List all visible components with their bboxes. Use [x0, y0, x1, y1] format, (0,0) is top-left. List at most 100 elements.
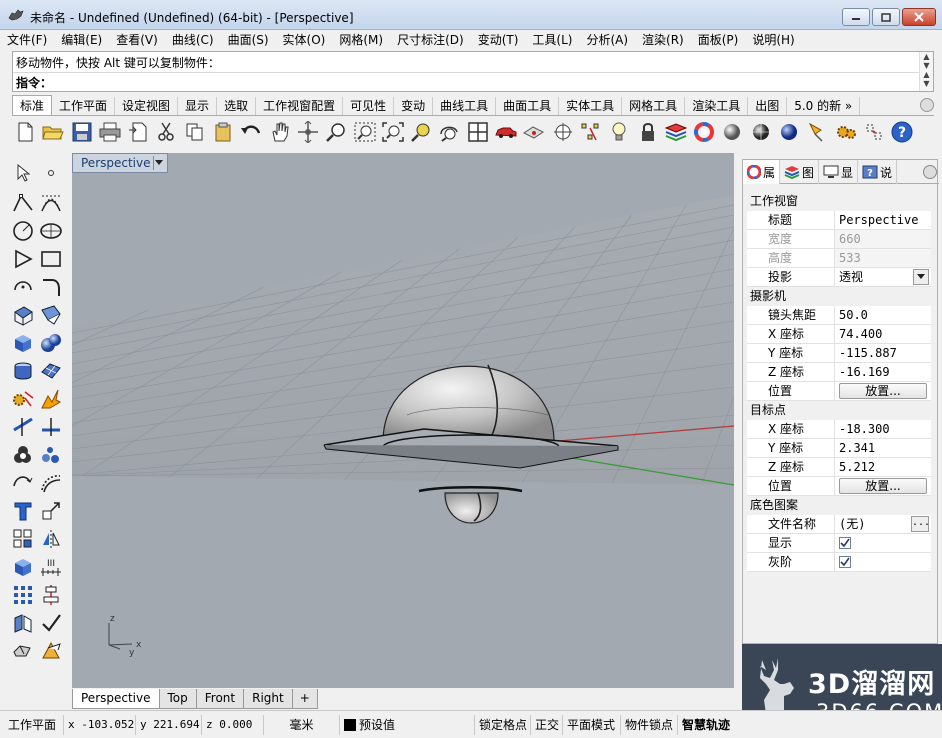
camera-icon[interactable] — [521, 120, 547, 144]
tab-front[interactable]: Front — [195, 689, 245, 709]
print-icon[interactable] — [97, 120, 123, 144]
light-bulb-icon[interactable] — [606, 120, 632, 144]
tab-curve-tools[interactable]: 曲线工具 — [433, 97, 497, 115]
tab-help[interactable]: ? 说 — [858, 160, 898, 184]
tab-drafting[interactable]: 出图 — [748, 97, 788, 115]
import-icon[interactable] — [125, 120, 151, 144]
tab-display[interactable]: 显示 — [178, 97, 218, 115]
copy-icon[interactable] — [182, 120, 208, 144]
surface-icon[interactable] — [10, 302, 36, 328]
perspective-viewport[interactable]: z y x — [72, 153, 734, 688]
rebuild-icon[interactable] — [10, 470, 36, 496]
browse-file-button[interactable]: ... — [911, 516, 930, 532]
target-z-value[interactable]: 5.212 — [835, 458, 931, 476]
arc-icon[interactable] — [10, 274, 36, 300]
camera-place-button[interactable]: 放置... — [839, 383, 927, 399]
text-icon[interactable] — [10, 498, 36, 524]
camera-y-value[interactable]: -115.887 — [835, 344, 931, 362]
target-icon[interactable] — [550, 120, 576, 144]
split-icon[interactable] — [38, 414, 64, 440]
add-viewport-tab[interactable]: + — [291, 689, 318, 709]
extrude-icon[interactable] — [10, 358, 36, 384]
dimension-icon[interactable]: III — [38, 554, 64, 580]
tab-transform[interactable]: 变动 — [394, 97, 434, 115]
transform-icon[interactable] — [38, 498, 64, 524]
status-layer[interactable]: 预设值 — [340, 714, 475, 735]
render-box-icon[interactable] — [10, 554, 36, 580]
points-cloud-icon[interactable] — [38, 442, 64, 468]
menu-analyze[interactable]: 分析(A) — [579, 30, 635, 50]
camera-z-value[interactable]: -16.169 — [835, 363, 931, 381]
render-sphere-icon[interactable] — [719, 120, 745, 144]
command-prompt[interactable]: 指令： — [16, 74, 52, 91]
minimize-button[interactable] — [842, 8, 870, 26]
menu-surface[interactable]: 曲面(S) — [221, 30, 276, 50]
align-icon[interactable] — [38, 582, 64, 608]
zoom-selected-icon[interactable] — [408, 120, 434, 144]
render-sphere-blue-icon[interactable] — [776, 120, 802, 144]
tools-icon[interactable] — [861, 120, 887, 144]
box-icon[interactable] — [10, 330, 36, 356]
camera-x-value[interactable]: 74.400 — [835, 325, 931, 343]
grayscale-checkbox[interactable] — [839, 556, 851, 568]
rectangle-icon[interactable] — [38, 246, 64, 272]
boolean-icon[interactable] — [38, 386, 64, 412]
status-osnap[interactable]: 物件锁点 — [621, 714, 678, 735]
status-planar[interactable]: 平面模式 — [563, 714, 621, 735]
lens-value[interactable]: 50.0 — [835, 306, 931, 324]
tab-standard[interactable]: 标准 — [12, 95, 53, 115]
save-icon[interactable] — [69, 120, 95, 144]
target-x-value[interactable]: -18.300 — [835, 420, 931, 438]
sphere-icon[interactable] — [38, 330, 64, 356]
trim-icon[interactable] — [10, 414, 36, 440]
menu-dimension[interactable]: 尺寸标注(D) — [390, 30, 471, 50]
select-arrow-icon[interactable] — [10, 160, 36, 186]
target-y-value[interactable]: 2.341 — [835, 439, 931, 457]
surface-edit-icon[interactable] — [38, 302, 64, 328]
menu-edit[interactable]: 编辑(E) — [54, 30, 109, 50]
layer-icon[interactable] — [663, 120, 689, 144]
tab-viewport-layout[interactable]: 工作视窗配置 — [256, 97, 344, 115]
menu-help[interactable]: 说明(H) — [745, 30, 801, 50]
undo-icon[interactable] — [238, 120, 264, 144]
menu-view[interactable]: 查看(V) — [109, 30, 165, 50]
tab-visibility[interactable]: 可见性 — [343, 97, 395, 115]
grid-array-icon[interactable] — [10, 582, 36, 608]
cut-icon[interactable] — [153, 120, 179, 144]
explode-icon[interactable] — [10, 386, 36, 412]
panel-options-gear-icon[interactable] — [923, 165, 937, 179]
menu-mesh[interactable]: 网格(M) — [332, 30, 390, 50]
tab-cplanes[interactable]: 工作平面 — [52, 97, 116, 115]
color-wheel-icon[interactable] — [691, 120, 717, 144]
menu-transform[interactable]: 变动(T) — [471, 30, 526, 50]
car-icon[interactable] — [493, 120, 519, 144]
render-sphere-dark-icon[interactable] — [748, 120, 774, 144]
settings-gear-icon[interactable] — [833, 120, 859, 144]
polygon-icon[interactable] — [10, 246, 36, 272]
chevron-down-icon[interactable] — [153, 156, 165, 170]
mesh-icon[interactable] — [38, 358, 64, 384]
mirror-icon[interactable] — [38, 526, 64, 552]
status-smarttrack[interactable]: 智慧轨迹 — [678, 715, 738, 735]
lock-icon[interactable] — [635, 120, 661, 144]
rotate-camera-icon[interactable] — [436, 120, 462, 144]
open-file-icon[interactable] — [40, 120, 66, 144]
tab-render-tools[interactable]: 渲染工具 — [685, 97, 749, 115]
maximize-button[interactable] — [872, 8, 900, 26]
tab-display[interactable]: 显 — [819, 160, 859, 184]
tab-properties[interactable]: 属 — [743, 160, 781, 184]
zoom-extents-icon[interactable] — [380, 120, 406, 144]
menu-panels[interactable]: 面板(P) — [691, 30, 746, 50]
menu-tools[interactable]: 工具(L) — [525, 30, 579, 50]
pan-hand-icon[interactable] — [267, 120, 293, 144]
chevron-down-icon[interactable] — [913, 269, 929, 285]
tab-layers[interactable]: 图 — [780, 160, 820, 184]
offset-icon[interactable] — [38, 470, 64, 496]
rotate-view-icon[interactable] — [295, 120, 321, 144]
curve-icon[interactable] — [38, 190, 64, 216]
lamp-icon[interactable] — [804, 120, 830, 144]
tab-new-in-v5[interactable]: 5.0 的新 » — [787, 97, 861, 115]
unroll-icon[interactable] — [10, 638, 36, 664]
help-icon[interactable]: ? — [889, 120, 915, 144]
projection-select[interactable]: 透视 — [835, 268, 931, 286]
